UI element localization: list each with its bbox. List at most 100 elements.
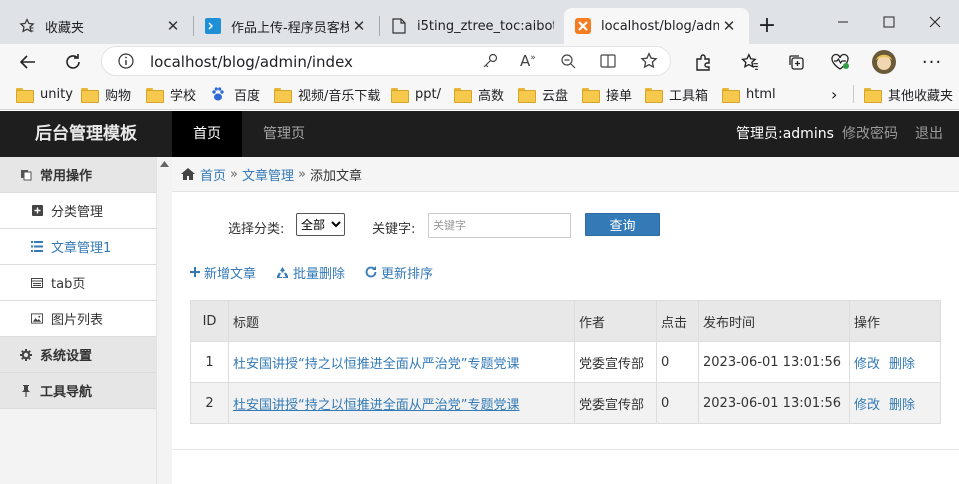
- extensions-icon[interactable]: [689, 48, 717, 76]
- breadcrumb-home[interactable]: 首页: [200, 165, 226, 184]
- bookmark-folder[interactable]: 工具箱: [645, 84, 708, 104]
- breadcrumb-articles[interactable]: 文章管理: [242, 165, 294, 184]
- bookmark-folder[interactable]: 接单: [582, 84, 632, 104]
- change-password-link[interactable]: 修改密码: [842, 111, 898, 157]
- address-bar[interactable]: localhost/blog/admin/index A»: [101, 46, 671, 76]
- folder-icon: [582, 87, 600, 103]
- health-icon[interactable]: [826, 48, 854, 76]
- refresh-sort-button[interactable]: 更新排序: [365, 263, 433, 282]
- sidebar-item-label: 图片列表: [51, 313, 104, 328]
- tab-ztree[interactable]: i5ting_ztree_toc:aibote: [380, 8, 564, 44]
- other-bookmarks[interactable]: 其他收藏夹: [864, 84, 953, 104]
- article-title-link[interactable]: 杜安国讲授“持之以恒推进全面从严治党”专题党课: [233, 357, 519, 372]
- bookmark-folder[interactable]: 学校: [146, 84, 196, 104]
- edit-link[interactable]: 修改: [854, 398, 880, 413]
- tab-upload[interactable]: 作品上传-程序员客栈 ✕: [194, 8, 379, 44]
- reload-icon[interactable]: [59, 48, 87, 76]
- maximize-icon[interactable]: [866, 8, 912, 36]
- tab-localhost[interactable]: localhost/blog/admin/ ✕: [564, 8, 749, 44]
- minimize-icon[interactable]: [820, 8, 866, 36]
- edit-link[interactable]: 修改: [854, 357, 880, 372]
- bookmark-folder[interactable]: html: [722, 84, 776, 104]
- scroll-up-icon: [160, 161, 169, 167]
- bookmark-folder[interactable]: 云盘: [518, 84, 568, 104]
- more-menu-icon[interactable]: ···: [918, 48, 946, 76]
- delete-link[interactable]: 删除: [889, 357, 915, 372]
- bookmarks-bar: unity 购物 学校 百度 视频/音乐下载 ppt/ 高数 云盘 接单 工具箱…: [0, 78, 959, 110]
- bookmark-label: 接单: [606, 88, 633, 104]
- nav-manage[interactable]: 管理页: [250, 111, 318, 157]
- star-icon: [18, 17, 36, 35]
- bookmark-label: 百度: [234, 88, 261, 104]
- sidebar-item-category[interactable]: 分类管理: [0, 193, 156, 229]
- sidebar-group-settings[interactable]: 系统设置: [0, 337, 156, 373]
- refresh-icon: [365, 266, 377, 278]
- action-bar: 新增文章 批量删除 更新排序: [190, 262, 453, 282]
- table-header-row: ID 标题 作者 点击 发布时间 操作: [190, 300, 941, 342]
- window-close-icon[interactable]: [912, 8, 958, 36]
- bookmark-label: 工具箱: [669, 88, 709, 104]
- sidebar-group-tools[interactable]: 工具导航: [0, 373, 156, 409]
- tab-title: 收藏夹: [45, 20, 85, 36]
- tab-window-icon: [31, 277, 43, 289]
- sidebar-group-label: 常用操作: [40, 169, 93, 184]
- sidebar-item-label: 分类管理: [51, 205, 104, 220]
- reading-view-icon[interactable]: [600, 53, 616, 69]
- cell-title: 杜安国讲授“持之以恒推进全面从严治党”专题党课: [228, 382, 575, 424]
- batch-delete-button[interactable]: 批量删除: [276, 263, 345, 282]
- category-select[interactable]: 全部: [296, 213, 345, 236]
- cell-actions: 修改 删除: [849, 382, 941, 424]
- collections-icon[interactable]: [782, 48, 810, 76]
- article-title-link[interactable]: 杜安国讲授“持之以恒推进全面从严治党”专题党课: [233, 398, 519, 413]
- favorites-icon[interactable]: [736, 48, 764, 76]
- key-icon[interactable]: [482, 53, 498, 69]
- cell-clicks: 0: [656, 382, 699, 424]
- sidebar-group-common[interactable]: 常用操作: [0, 157, 156, 193]
- bookmark-label: 视频/音乐下载: [298, 88, 381, 104]
- info-icon[interactable]: [118, 53, 134, 69]
- recycle-icon: [276, 266, 289, 279]
- close-icon[interactable]: ✕: [163, 16, 183, 36]
- delete-link[interactable]: 删除: [889, 398, 915, 413]
- pushpin-icon: [20, 384, 32, 397]
- keyword-input[interactable]: [428, 213, 571, 238]
- favorite-star-icon[interactable]: [640, 52, 658, 70]
- cell-title: 杜安国讲授“持之以恒推进全面从严治党”专题党课: [228, 341, 575, 383]
- close-icon[interactable]: ✕: [349, 16, 369, 36]
- sidebar-item-articles[interactable]: 文章管理1: [0, 229, 156, 265]
- new-tab-button[interactable]: +: [752, 11, 782, 39]
- avatar[interactable]: [870, 48, 898, 76]
- table-row: 2 杜安国讲授“持之以恒推进全面从严治党”专题党课 党委宣传部 0 2023-0…: [190, 382, 941, 424]
- logout-link[interactable]: 退出: [915, 111, 943, 157]
- bookmark-link[interactable]: 百度: [210, 84, 260, 104]
- home-icon: [181, 168, 195, 180]
- folder-icon: [454, 87, 472, 103]
- bookmark-folder[interactable]: unity: [16, 84, 73, 104]
- folder-icon: [518, 87, 536, 103]
- sidebar-item-label: tab页: [51, 277, 86, 292]
- add-article-button[interactable]: 新增文章: [190, 263, 256, 282]
- close-icon[interactable]: ✕: [719, 16, 739, 36]
- search-form: 选择分类: 全部 关键字: 查询: [172, 213, 959, 239]
- bookmark-folder[interactable]: ppt/: [391, 84, 441, 104]
- sidebar-scrollbar[interactable]: [156, 157, 172, 484]
- zoom-out-icon[interactable]: [560, 53, 576, 69]
- sidebar-item-images[interactable]: 图片列表: [0, 301, 156, 337]
- bookmark-label: html: [746, 86, 776, 102]
- bookmark-folder[interactable]: 购物: [81, 84, 131, 104]
- chevron-right-icon[interactable]: ›: [831, 84, 837, 104]
- bookmark-folder[interactable]: 高数: [454, 84, 504, 104]
- browser-tab-strip: 收藏夹 ✕ 作品上传-程序员客栈 ✕ i5ting_ztree_toc:aibo…: [0, 0, 959, 44]
- read-aloud-icon[interactable]: A»: [520, 52, 536, 70]
- bookmark-folder[interactable]: 视频/音乐下载: [274, 84, 380, 104]
- query-button[interactable]: 查询: [585, 213, 660, 236]
- plus-square-icon: [31, 205, 43, 217]
- sidebar-item-tab[interactable]: tab页: [0, 265, 156, 301]
- folder-icon: [16, 87, 34, 103]
- table-row: 1 杜安国讲授“持之以恒推进全面从严治党”专题党课 党委宣传部 0 2023-0…: [190, 341, 941, 383]
- tab-favorites[interactable]: 收藏夹 ✕: [8, 8, 193, 44]
- back-icon[interactable]: [14, 48, 42, 76]
- nav-home[interactable]: 首页: [172, 111, 242, 157]
- tab-title: i5ting_ztree_toc:aibote: [417, 18, 554, 34]
- column-header-clicks: 点击: [656, 300, 699, 342]
